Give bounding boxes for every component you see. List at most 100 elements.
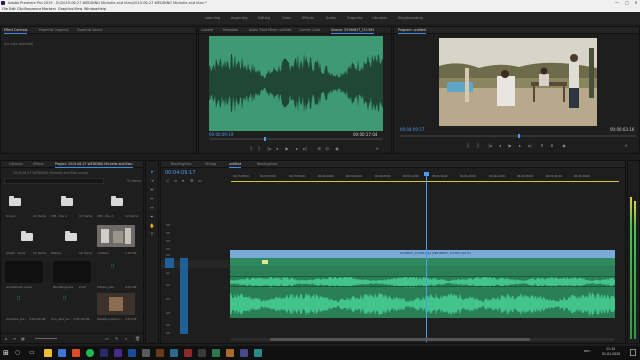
workspace-learning[interactable]: Learning xyxy=(205,15,220,21)
step-back-icon[interactable]: ◂ xyxy=(275,147,279,151)
timeline-scroll-thumb[interactable] xyxy=(270,338,530,341)
find-icon[interactable]: ⌕ xyxy=(125,336,127,341)
search-icon[interactable]: ○ xyxy=(15,349,23,357)
new-bin-icon[interactable]: ▭ xyxy=(105,336,109,341)
source-add-button-icon[interactable]: + xyxy=(375,147,379,151)
folder-icon[interactable] xyxy=(65,231,77,241)
program-step-forward-icon[interactable]: ▸ xyxy=(518,144,522,148)
audio-file-icon[interactable]: ⫶⫶ xyxy=(17,295,20,303)
folder-icon[interactable] xyxy=(21,231,33,241)
clock-time[interactable]: 11:15 xyxy=(606,347,615,351)
v1-source-patch[interactable] xyxy=(165,258,174,268)
adjustment-layer-thumbnail[interactable] xyxy=(5,261,43,283)
audio-file-icon[interactable]: ⫶⫶ xyxy=(111,263,114,271)
app-icon[interactable] xyxy=(212,349,220,357)
timeline-settings-icon[interactable]: ⚙ xyxy=(190,178,194,183)
new-item-icon[interactable]: ✎ xyxy=(115,336,118,341)
chrome-browser-icon[interactable] xyxy=(72,349,80,357)
step-forward-icon[interactable]: ▸ xyxy=(295,147,299,151)
hand-tool-icon[interactable]: ✋ xyxy=(149,223,155,229)
a1-source-patch[interactable] xyxy=(180,258,188,334)
app-icon[interactable] xyxy=(198,349,206,357)
tab-lumetri-color[interactable]: Lumetri Color xyxy=(299,27,321,34)
source-timecode-in[interactable]: 00:00:09:19 xyxy=(209,132,233,137)
photoshop-icon[interactable] xyxy=(128,349,136,357)
type-tool-icon[interactable]: T xyxy=(149,232,155,238)
snap-icon[interactable]: ⊂ xyxy=(166,178,169,183)
file-explorer-icon[interactable] xyxy=(44,349,52,357)
app-icon[interactable] xyxy=(240,349,248,357)
tab-audio-track-mixer[interactable]: Audio Track Mixer: untitled xyxy=(249,27,291,34)
track-header-a6[interactable]: A6 xyxy=(161,330,229,338)
export-frame-icon[interactable]: ◉ xyxy=(335,147,339,151)
program-add-button-icon[interactable]: + xyxy=(624,144,628,148)
mark-in-icon[interactable]: { xyxy=(249,147,253,151)
tab-project[interactable]: Project: 2019-06-27 WEDDING Michelle and… xyxy=(55,161,133,168)
linked-selection-icon[interactable]: ∞ xyxy=(174,178,177,183)
program-playhead[interactable] xyxy=(518,134,520,138)
workspace-editing[interactable]: Editing xyxy=(258,15,270,21)
track-select-tool-icon[interactable]: ⇥ xyxy=(149,178,155,184)
track-header-v4[interactable]: V4 xyxy=(161,238,229,246)
source-scrub-bar[interactable] xyxy=(209,137,383,141)
tab-strings[interactable]: Strings xyxy=(205,161,216,168)
workspace-assembly[interactable]: Assembly xyxy=(231,15,248,21)
captions-icon[interactable]: ▭ xyxy=(198,178,202,183)
selection-tool-icon[interactable]: ➤ xyxy=(149,169,155,175)
sequence-thumbnail[interactable] xyxy=(97,225,135,247)
program-video-frame[interactable] xyxy=(439,38,597,126)
keyboard-language[interactable]: DEU xyxy=(584,349,590,353)
app-icon[interactable] xyxy=(170,349,178,357)
work-area-bar[interactable] xyxy=(231,181,619,182)
app-icon[interactable] xyxy=(226,349,234,357)
program-go-to-in-icon[interactable]: |◂ xyxy=(488,144,492,148)
workspace-libraries[interactable]: Libraries xyxy=(372,15,387,21)
video-clip-v1[interactable]: 20190627_111303.mp4 [V] 20190627_111303.… xyxy=(230,250,615,258)
program-go-to-out-icon[interactable]: ▸| xyxy=(528,144,532,148)
go-to-out-icon[interactable]: ▸| xyxy=(303,147,307,151)
workspace-effects[interactable]: Effects xyxy=(302,15,314,21)
spotify-icon[interactable] xyxy=(86,349,94,357)
timeline-horizontal-scrollbar[interactable] xyxy=(230,338,615,341)
after-effects-icon[interactable] xyxy=(114,349,122,357)
insert-icon[interactable]: ⊞ xyxy=(317,147,321,151)
workspace-graphics[interactable]: Graphics xyxy=(347,15,362,21)
zoom-slider[interactable] xyxy=(35,338,57,339)
icon-view-icon[interactable]: ▦ xyxy=(21,336,25,341)
clock-date[interactable]: 01.01.2020 xyxy=(602,352,620,356)
project-search-input[interactable] xyxy=(4,178,104,184)
add-marker-icon[interactable]: ▾ xyxy=(182,178,184,183)
slip-tool-icon[interactable]: ↔ xyxy=(149,205,155,211)
audition-icon[interactable] xyxy=(156,349,164,357)
program-scrub-bar[interactable] xyxy=(400,134,636,138)
program-mark-in-icon[interactable]: { xyxy=(466,144,470,148)
folder-icon[interactable] xyxy=(61,196,73,206)
tab-effects[interactable]: Effects xyxy=(33,161,44,168)
windows-start-icon[interactable]: ⊞ xyxy=(3,349,11,357)
source-playhead[interactable] xyxy=(264,137,266,141)
folder-icon[interactable] xyxy=(9,196,21,206)
bendlinglines-thumbnail[interactable] xyxy=(53,261,91,283)
workspace-audio[interactable]: Audio xyxy=(326,15,336,21)
program-step-back-icon[interactable]: ◂ xyxy=(498,144,502,148)
tab-metadata[interactable]: Metadata xyxy=(223,27,238,34)
audio-clip-a1-header[interactable] xyxy=(230,258,615,266)
pen-tool-icon[interactable]: ✒ xyxy=(149,214,155,220)
media-encoder-icon[interactable] xyxy=(142,349,150,357)
tab-untitled[interactable]: untitled xyxy=(229,161,242,168)
track-header-a3[interactable]: A3 xyxy=(161,296,229,304)
audio-keyframe-marker[interactable] xyxy=(262,260,268,264)
track-header-a4[interactable]: A4 xyxy=(161,310,229,318)
wedding-ballroom-thumbnail[interactable] xyxy=(97,293,135,315)
go-to-in-icon[interactable]: |◂ xyxy=(267,147,271,151)
tab-essential-graphics[interactable]: Essential Graphics xyxy=(39,27,68,34)
track-header-v5[interactable]: V5 xyxy=(161,230,229,238)
track-header-a2[interactable]: A2 xyxy=(161,282,229,290)
razor-tool-icon[interactable]: ✂ xyxy=(149,196,155,202)
program-mark-out-icon[interactable]: } xyxy=(476,144,480,148)
list-view-icon[interactable]: ≡ xyxy=(13,336,16,341)
lift-icon[interactable]: ⊼ xyxy=(540,144,544,148)
lock-icon[interactable]: ⌂ xyxy=(5,336,8,341)
tab-libraries[interactable]: Libraries xyxy=(9,161,23,168)
edge-browser-icon[interactable] xyxy=(58,349,66,357)
